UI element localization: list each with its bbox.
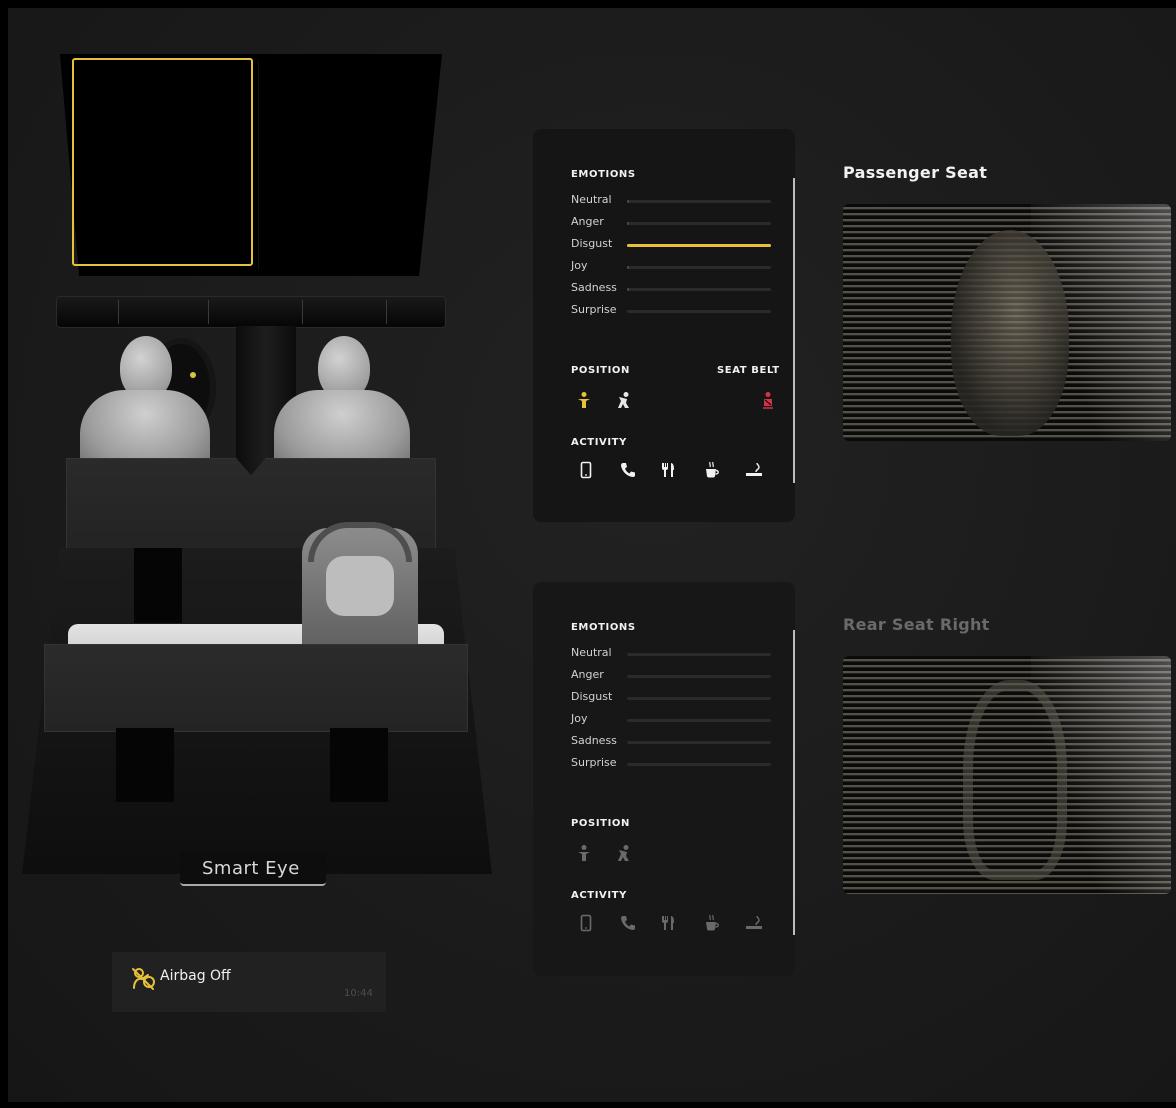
emotion-level-track: [627, 222, 771, 225]
emotion-label: Surprise: [571, 756, 617, 769]
notification-time: 10:44: [344, 988, 373, 999]
feed-glare: [1031, 656, 1171, 894]
drinking-icon[interactable]: [703, 914, 721, 932]
person-upright-icon[interactable]: [575, 391, 593, 409]
emotion-label: Disgust: [571, 690, 613, 703]
emotion-level-bar: [627, 266, 629, 269]
emotion-row: Joy: [571, 259, 777, 273]
passenger-camera-feed[interactable]: [843, 204, 1171, 441]
display-highlight-frame: [72, 58, 253, 266]
airbag-off-icon: [130, 966, 156, 992]
emotion-label: Anger: [571, 668, 604, 681]
panel-divider: [793, 178, 795, 483]
call-icon[interactable]: [619, 914, 637, 932]
emotion-level-track: [627, 310, 771, 313]
phone-icon[interactable]: [577, 914, 595, 932]
emotion-level-track: [627, 763, 771, 766]
emotion-label: Joy: [571, 712, 588, 725]
infant-occupant: [326, 556, 394, 616]
emotion-row: Anger: [571, 668, 777, 682]
dashboard-canvas: Smart Eye Airbag Off 10:44 EMOTIONS Neut…: [8, 8, 1176, 1102]
activity-title: ACTIVITY: [571, 890, 627, 901]
rear-seat-base-left: [116, 728, 174, 802]
dashboard-seam: [302, 300, 303, 324]
drinking-icon[interactable]: [703, 461, 721, 479]
emotion-level-bar: [627, 200, 629, 203]
app-stage: Smart Eye Airbag Off 10:44 EMOTIONS Neut…: [0, 0, 1176, 1108]
activity-icons: [577, 914, 777, 936]
emotion-level-track: [627, 244, 771, 247]
emotion-level-bar: [627, 244, 771, 247]
feed-glare: [1031, 204, 1171, 441]
emotion-row: Disgust: [571, 237, 777, 251]
rear-right-camera-feed[interactable]: [843, 656, 1171, 894]
emotion-label: Surprise: [571, 303, 617, 316]
notification-label: Airbag Off: [160, 968, 231, 984]
rear-right-camera-title: Rear Seat Right: [843, 615, 990, 634]
dashboard-seam: [208, 300, 209, 324]
passenger-status-panel: EMOTIONS Neutral Anger Disgust Joy Sadness Su…: [533, 129, 795, 522]
activity-title: ACTIVITY: [571, 437, 627, 448]
emotion-level-track: [627, 675, 771, 678]
emotion-row: Sadness: [571, 281, 777, 295]
driver-occupant[interactable]: [80, 336, 210, 470]
emotions-title: EMOTIONS: [571, 169, 636, 180]
emotion-label: Sadness: [571, 734, 617, 747]
passenger-occupant[interactable]: [274, 336, 410, 470]
passenger-camera-title: Passenger Seat: [843, 163, 988, 182]
seatbelt-title: SEAT BELT: [717, 365, 780, 376]
dashboard: [56, 296, 446, 328]
activity-icons: [577, 461, 777, 483]
panel-divider: [793, 630, 795, 935]
eating-icon[interactable]: [659, 461, 677, 479]
emotion-level-bar: [627, 288, 629, 291]
smoking-icon[interactable]: [745, 914, 763, 932]
emotion-row: Surprise: [571, 756, 777, 770]
emotion-label: Disgust: [571, 237, 613, 250]
emotion-label: Neutral: [571, 646, 612, 659]
eating-icon[interactable]: [659, 914, 677, 932]
emotion-row: Sadness: [571, 734, 777, 748]
dashboard-seam: [386, 300, 387, 324]
rear-seat-status-panel: EMOTIONS Neutral Anger Disgust Joy Sadness Su…: [533, 582, 795, 976]
emotion-row: Anger: [571, 215, 777, 229]
emotion-label: Neutral: [571, 193, 612, 206]
smoking-icon[interactable]: [745, 461, 763, 479]
emotion-level-track: [627, 697, 771, 700]
rear-seat-base-right: [330, 728, 388, 802]
person-upright-icon[interactable]: [575, 844, 593, 862]
phone-icon[interactable]: [577, 461, 595, 479]
brand-label: Smart Eye: [202, 858, 300, 879]
display-divider: [258, 60, 259, 270]
emotion-row: Neutral: [571, 193, 777, 207]
emotion-level-track: [627, 288, 771, 291]
emotions-title: EMOTIONS: [571, 622, 636, 633]
emotion-level-track: [627, 653, 771, 656]
emotion-row: Neutral: [571, 646, 777, 660]
emotion-row: Surprise: [571, 303, 777, 317]
emotion-level-track: [627, 719, 771, 722]
position-title: POSITION: [571, 818, 630, 829]
emotion-level-bar: [627, 222, 629, 225]
emotion-level-track: [627, 741, 771, 744]
seat-base-left: [134, 548, 182, 623]
emotion-row: Joy: [571, 712, 777, 726]
call-icon[interactable]: [619, 461, 637, 479]
rear-seatback: [44, 644, 468, 732]
airbag-notification[interactable]: Airbag Off 10:44: [112, 952, 386, 1012]
emotion-level-track: [627, 266, 771, 269]
emotion-level-track: [627, 200, 771, 203]
seatbelt-unbuckled-icon: [759, 391, 777, 409]
emotion-label: Anger: [571, 215, 604, 228]
person-leaning-icon[interactable]: [615, 391, 633, 409]
emotion-row: Disgust: [571, 690, 777, 704]
dashboard-seam: [118, 300, 119, 324]
emotion-label: Joy: [571, 259, 588, 272]
person-leaning-icon[interactable]: [615, 844, 633, 862]
emotion-label: Sadness: [571, 281, 617, 294]
car-cabin-view: Smart Eye: [8, 8, 508, 908]
position-title: POSITION: [571, 365, 630, 376]
